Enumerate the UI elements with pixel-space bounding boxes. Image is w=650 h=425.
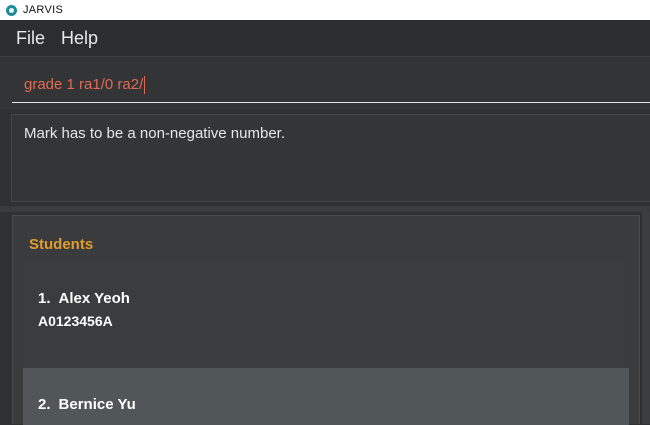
student-id: A0123456A [38, 313, 113, 329]
menu-bar: File Help [0, 20, 650, 57]
window-title: JARVIS [23, 4, 64, 16]
menu-help[interactable]: Help [61, 28, 98, 49]
window-titlebar: JARVIS [0, 0, 650, 20]
student-name: Alex Yeoh [58, 290, 130, 307]
scrollbar[interactable] [641, 212, 650, 424]
result-message: Mark has to be a non-negative number. [24, 125, 285, 142]
student-name-line: 2. Bernice Yu [38, 396, 629, 413]
student-name: Bernice Yu [58, 396, 136, 413]
command-box: grade 1 ra1/0 ra2/ [0, 57, 650, 109]
student-list-panel: Students 1. Alex Yeoh A0123456A 2. Bernice… [12, 215, 640, 425]
student-name-line: 1. Alex Yeoh [38, 290, 629, 307]
command-text: grade 1 ra1/0 ra2/ [24, 76, 144, 93]
command-input[interactable]: grade 1 ra1/0 ra2/ [12, 67, 650, 103]
student-card-selected[interactable]: 2. Bernice Yu [23, 368, 629, 425]
student-index: 2. [38, 396, 51, 413]
menu-file[interactable]: File [16, 28, 45, 49]
panel-title: Students [29, 236, 94, 253]
result-display: Mark has to be a non-negative number. [11, 114, 650, 202]
app-logo-icon [6, 4, 17, 16]
text-caret [144, 75, 146, 94]
student-card[interactable]: 1. Alex Yeoh A0123456A [23, 262, 629, 368]
student-index: 1. [38, 290, 51, 307]
split-divider[interactable] [0, 206, 650, 212]
